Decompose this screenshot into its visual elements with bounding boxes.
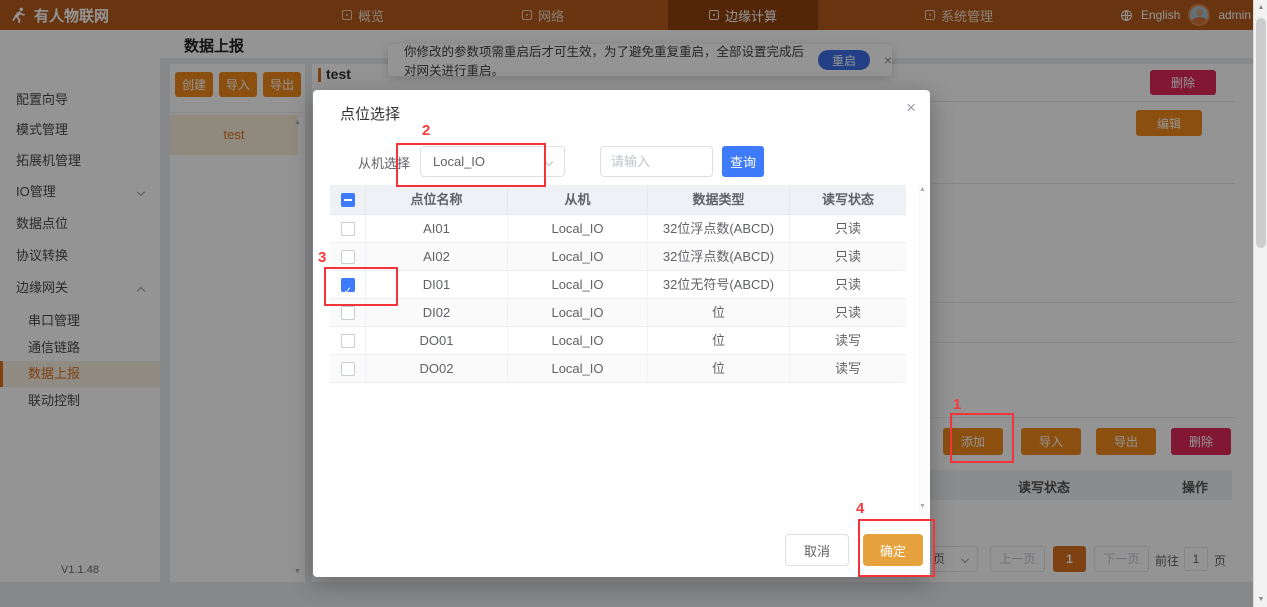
row-checkbox[interactable] xyxy=(341,250,355,264)
data-type-cell: 32位无符号(ABCD) xyxy=(648,271,790,298)
slave-cell: Local_IO xyxy=(508,299,648,326)
cancel-button[interactable]: 取消 xyxy=(785,534,849,566)
slave-select-value: Local_IO xyxy=(433,154,485,169)
browser-scrollbar[interactable]: ▲ ▼ xyxy=(1253,0,1267,607)
checkbox-cell xyxy=(330,327,366,354)
row-checkbox[interactable] xyxy=(341,306,355,320)
checkbox-cell xyxy=(330,271,366,298)
point-name-cell: DI02 xyxy=(366,299,508,326)
col-header-type: 数据类型 xyxy=(648,185,790,214)
point-row-AI01[interactable]: AI01Local_IO32位浮点数(ABCD)只读 xyxy=(330,215,906,243)
col-header-name: 点位名称 xyxy=(366,185,508,214)
annotation-number-4: 4 xyxy=(856,500,864,517)
point-name-cell: DO02 xyxy=(366,355,508,382)
slave-cell: Local_IO xyxy=(508,327,648,354)
point-name-cell: AI01 xyxy=(366,215,508,242)
dialog-title: 点位选择 xyxy=(340,103,400,124)
point-table-body: AI01Local_IO32位浮点数(ABCD)只读AI02Local_IO32… xyxy=(330,215,906,383)
dialog-close-icon[interactable]: × xyxy=(906,98,916,118)
checkbox-cell xyxy=(330,243,366,270)
search-button[interactable]: 查询 xyxy=(722,146,764,177)
point-row-DI01[interactable]: DI01Local_IO32位无符号(ABCD)只读 xyxy=(330,271,906,299)
point-name-cell: DI01 xyxy=(366,271,508,298)
rw-status-cell: 读写 xyxy=(790,327,906,354)
annotation-number-2: 2 xyxy=(422,122,430,139)
rw-status-cell: 读写 xyxy=(790,355,906,382)
point-name-cell: AI02 xyxy=(366,243,508,270)
scroll-down-icon[interactable]: ▼ xyxy=(919,503,926,510)
point-name-cell: DO01 xyxy=(366,327,508,354)
slave-cell: Local_IO xyxy=(508,243,648,270)
checkbox-cell xyxy=(330,215,366,242)
data-type-cell: 32位浮点数(ABCD) xyxy=(648,215,790,242)
col-header-slave: 从机 xyxy=(508,185,648,214)
scrollbar-thumb[interactable] xyxy=(1256,18,1266,248)
annotation-number-3: 3 xyxy=(318,249,326,266)
point-table: 点位名称 从机 数据类型 读写状态 AI01Local_IO32位浮点数(ABC… xyxy=(330,185,906,383)
col-header-rw: 读写状态 xyxy=(790,185,906,214)
confirm-button[interactable]: 确定 xyxy=(863,534,923,566)
rw-status-cell: 只读 xyxy=(790,299,906,326)
point-search-input[interactable] xyxy=(600,146,713,177)
data-type-cell: 位 xyxy=(648,299,790,326)
row-checkbox[interactable] xyxy=(341,222,355,236)
slave-select[interactable]: Local_IO xyxy=(420,146,565,177)
row-checkbox[interactable] xyxy=(341,362,355,376)
slave-cell: Local_IO xyxy=(508,215,648,242)
chevron-down-icon xyxy=(545,158,553,166)
app-root: 有人物联网 概览网络边缘计算系统管理 English admin 配置向导模式管… xyxy=(0,0,1267,607)
checkbox-cell xyxy=(330,355,366,382)
rw-status-cell: 只读 xyxy=(790,243,906,270)
data-type-cell: 32位浮点数(ABCD) xyxy=(648,243,790,270)
select-all-checkbox[interactable] xyxy=(341,193,355,207)
row-checkbox[interactable] xyxy=(341,334,355,348)
rw-status-cell: 只读 xyxy=(790,271,906,298)
row-checkbox[interactable] xyxy=(341,278,355,292)
scroll-up-icon[interactable]: ▲ xyxy=(919,186,926,193)
point-row-DO01[interactable]: DO01Local_IO位读写 xyxy=(330,327,906,355)
data-type-cell: 位 xyxy=(648,327,790,354)
slave-cell: Local_IO xyxy=(508,355,648,382)
point-row-AI02[interactable]: AI02Local_IO32位浮点数(ABCD)只读 xyxy=(330,243,906,271)
scrollbar-down-icon[interactable]: ▼ xyxy=(1254,596,1267,603)
data-type-cell: 位 xyxy=(648,355,790,382)
point-table-header: 点位名称 从机 数据类型 读写状态 xyxy=(330,185,906,215)
scrollbar-up-icon[interactable]: ▲ xyxy=(1254,4,1267,11)
annotation-number-1: 1 xyxy=(953,396,961,413)
point-row-DI02[interactable]: DI02Local_IO位只读 xyxy=(330,299,906,327)
slave-select-label: 从机选择 xyxy=(358,153,410,172)
slave-cell: Local_IO xyxy=(508,271,648,298)
dialog-scrollbar[interactable]: ▲ ▼ xyxy=(918,185,928,515)
point-row-DO02[interactable]: DO02Local_IO位读写 xyxy=(330,355,906,383)
rw-status-cell: 只读 xyxy=(790,215,906,242)
point-select-dialog: 点位选择 × 从机选择 Local_IO 查询 点位名称 从机 数据类型 读写状… xyxy=(313,90,930,577)
